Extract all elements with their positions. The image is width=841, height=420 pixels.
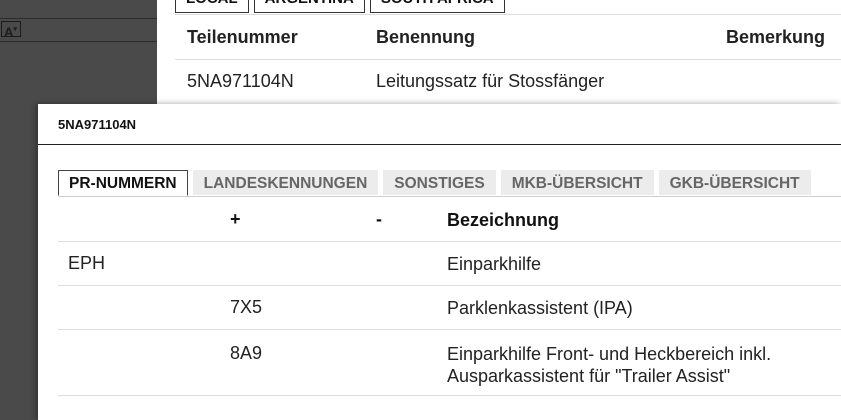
background-left-toolbar: [0, 18, 157, 42]
dialog-title-bar[interactable]: 5NA971104N: [38, 104, 841, 145]
column-header-benennung[interactable]: Benennung: [364, 27, 726, 48]
table-row[interactable]: 5NA971104N Leitungssatz für Stossfänger: [175, 59, 841, 103]
tab-pr-nummern[interactable]: PR-NUMMERN: [58, 170, 188, 196]
cell-bezeichnung: Einparkhilfe: [447, 253, 542, 274]
column-header-bezeichnung[interactable]: Bezeichnung: [447, 209, 841, 231]
cell-part-number: 5NA971104N: [187, 71, 294, 91]
column-header-plus[interactable]: +: [220, 209, 367, 230]
tab-sonstiges[interactable]: SONSTIGES: [383, 170, 496, 195]
cell-plus: 8A9: [230, 343, 263, 363]
tab-landeskennungen[interactable]: LANDESKENNUNGEN: [192, 170, 379, 195]
part-details-dialog: 5NA971104N PR-NUMMERN LANDESKENNUNGEN SO…: [38, 104, 841, 420]
dialog-title: 5NA971104N: [58, 117, 137, 132]
column-header-minus[interactable]: -: [367, 209, 447, 230]
tab-argentina[interactable]: ARGENTINA: [253, 0, 365, 13]
pr-numbers-table: + - Bezeichnung EPH Einparkhilfe 7X5 Par…: [58, 198, 841, 396]
background-parts-table: Teilenummer Benennung Bemerkung 5NA97110…: [175, 14, 841, 103]
font-size-icon[interactable]: A▾: [1, 21, 21, 40]
dialog-tabs: PR-NUMMERN LANDESKENNUNGEN SONSTIGES MKB…: [58, 170, 841, 197]
cell-bezeichnung: Einparkhilfe Front- und Heckbereich inkl…: [447, 344, 772, 386]
font-size-icon-label: A: [4, 24, 14, 40]
column-header-teilenummer[interactable]: Teilenummer: [175, 27, 364, 48]
tab-local[interactable]: LOCAL: [175, 0, 249, 13]
tab-mkb-uebersicht[interactable]: MKB-ÜBERSICHT: [500, 170, 654, 195]
table-row[interactable]: 8A9 Einparkhilfe Front- und Heckbereich …: [58, 330, 841, 396]
tab-gkb-uebersicht[interactable]: GKB-ÜBERSICHT: [658, 170, 811, 195]
table-header-row: + - Bezeichnung: [58, 198, 841, 242]
cell-pr-code: EPH: [68, 253, 106, 273]
cell-plus: 7X5: [230, 297, 263, 317]
background-region-tabs: LOCAL ARGENTINA SOUTH AFRICA: [175, 0, 505, 13]
column-header-bemerkung[interactable]: Bemerkung: [726, 27, 841, 48]
tab-south-africa[interactable]: SOUTH AFRICA: [369, 0, 505, 13]
table-row[interactable]: EPH Einparkhilfe: [58, 242, 841, 286]
table-row[interactable]: 7X5 Parklenkassistent (IPA): [58, 286, 841, 330]
cell-description: Leitungssatz für Stossfänger: [376, 71, 605, 91]
cell-bezeichnung: Parklenkassistent (IPA): [447, 297, 633, 318]
table-header-row: Teilenummer Benennung Bemerkung: [175, 14, 841, 59]
